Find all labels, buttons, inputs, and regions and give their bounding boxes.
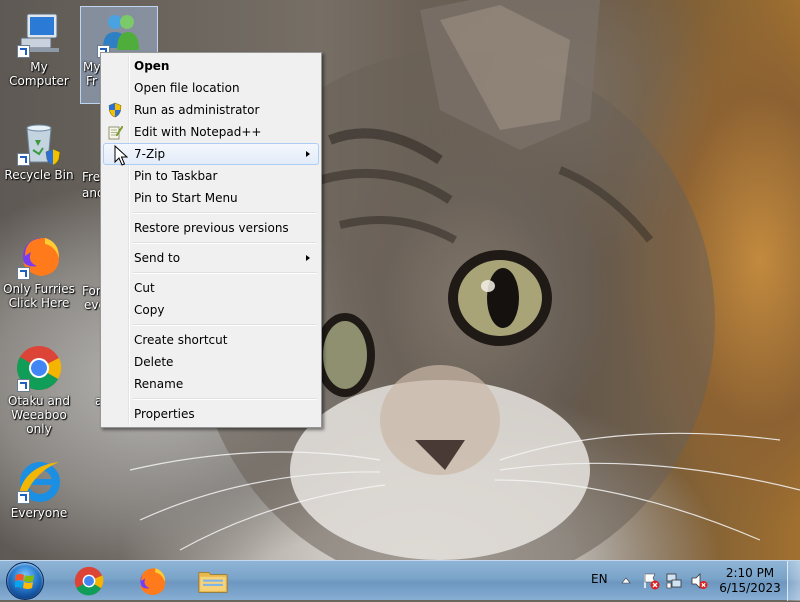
start-button[interactable] <box>6 562 44 600</box>
chrome-icon <box>74 566 104 596</box>
menu-item-edit-with-notepad-plus-plus[interactable]: Edit with Notepad++ <box>103 121 319 143</box>
clock-time: 2:10 PM <box>725 566 775 580</box>
menu-item-create-shortcut[interactable]: Create shortcut <box>103 329 319 351</box>
desktop-icon-everyone[interactable]: Everyone <box>0 456 78 520</box>
menu-separator <box>103 395 319 403</box>
menu-separator <box>103 209 319 217</box>
taskbar-firefox-button[interactable] <box>134 564 168 598</box>
language-indicator[interactable]: EN <box>591 572 608 586</box>
show-desktop-button[interactable] <box>787 561 800 601</box>
clock-date: 6/15/2023 <box>719 581 781 595</box>
submenu-arrow-icon <box>306 151 310 157</box>
menu-item-pin-to-taskbar[interactable]: Pin to Taskbar <box>103 165 319 187</box>
mouse-cursor-icon <box>114 145 128 166</box>
desktop-icon-only-furries[interactable]: Only Furries Click Here <box>0 232 78 310</box>
menu-item-properties[interactable]: Properties <box>103 403 319 425</box>
menu-item-copy[interactable]: Copy <box>103 299 319 321</box>
users-icon <box>95 10 143 58</box>
menu-item-restore-previous-versions[interactable]: Restore previous versions <box>103 217 319 239</box>
menu-separator <box>103 269 319 277</box>
show-hidden-icons-icon[interactable] <box>621 576 631 584</box>
action-center-icon[interactable] <box>642 572 660 590</box>
desktop-icon-recycle-bin[interactable]: Recycle Bin <box>0 118 78 182</box>
menu-item-open-file-location[interactable]: Open file location <box>103 77 319 99</box>
desktop-icon-label: Recycle Bin <box>4 168 74 182</box>
submenu-arrow-icon <box>306 255 310 261</box>
uac-shield-icon <box>45 148 61 166</box>
system-clock[interactable]: 2:10 PM 6/15/2023 <box>716 566 784 596</box>
desktop-icon-my-computer[interactable]: My Computer <box>0 10 78 88</box>
recycle-bin-icon <box>15 118 63 166</box>
desktop-icon-label: My Computer <box>9 60 69 88</box>
taskbar-chrome-button[interactable] <box>72 564 106 598</box>
context-menu: Open Open file location Run as administr… <box>100 52 322 428</box>
taskbar-file-explorer-button[interactable] <box>196 564 230 598</box>
uac-shield-icon <box>108 102 122 118</box>
notepad-plus-plus-icon <box>108 125 123 140</box>
internet-explorer-icon <box>15 456 63 504</box>
chrome-icon <box>15 344 63 392</box>
desktop-icon-label: Otaku and Weeaboo only <box>7 394 71 436</box>
menu-item-run-as-administrator[interactable]: Run as administrator <box>103 99 319 121</box>
desktop-icon-label-fragment: Fr <box>86 74 97 88</box>
menu-item-send-to[interactable]: Send to <box>103 247 319 269</box>
menu-item-cut[interactable]: Cut <box>103 277 319 299</box>
menu-item-open[interactable]: Open <box>103 55 319 77</box>
menu-item-rename[interactable]: Rename <box>103 373 319 395</box>
menu-separator <box>103 321 319 329</box>
taskbar: EN 2:10 PM 6/15/2023 <box>0 560 800 601</box>
firefox-icon <box>15 232 63 280</box>
computer-icon <box>15 10 63 58</box>
menu-item-delete[interactable]: Delete <box>103 351 319 373</box>
desktop-icon-otaku[interactable]: Otaku and Weeaboo only <box>0 344 78 436</box>
windows-logo-icon <box>15 574 34 589</box>
desktop-icon-label-fragment: For <box>82 284 101 298</box>
file-explorer-icon <box>198 572 228 593</box>
desktop-icon-label: Only Furries Click Here <box>3 282 75 310</box>
network-icon[interactable] <box>665 572 683 590</box>
menu-item-7-zip[interactable]: 7-Zip <box>103 143 319 165</box>
desktop-icon-label-fragment: My <box>83 60 101 74</box>
volume-muted-icon[interactable] <box>690 572 708 590</box>
desktop-icon-label-fragment: Fre <box>82 170 101 184</box>
firefox-icon <box>139 568 166 596</box>
menu-separator <box>103 239 319 247</box>
desktop-icon-label: Everyone <box>10 506 68 520</box>
menu-item-pin-to-start-menu[interactable]: Pin to Start Menu <box>103 187 319 209</box>
